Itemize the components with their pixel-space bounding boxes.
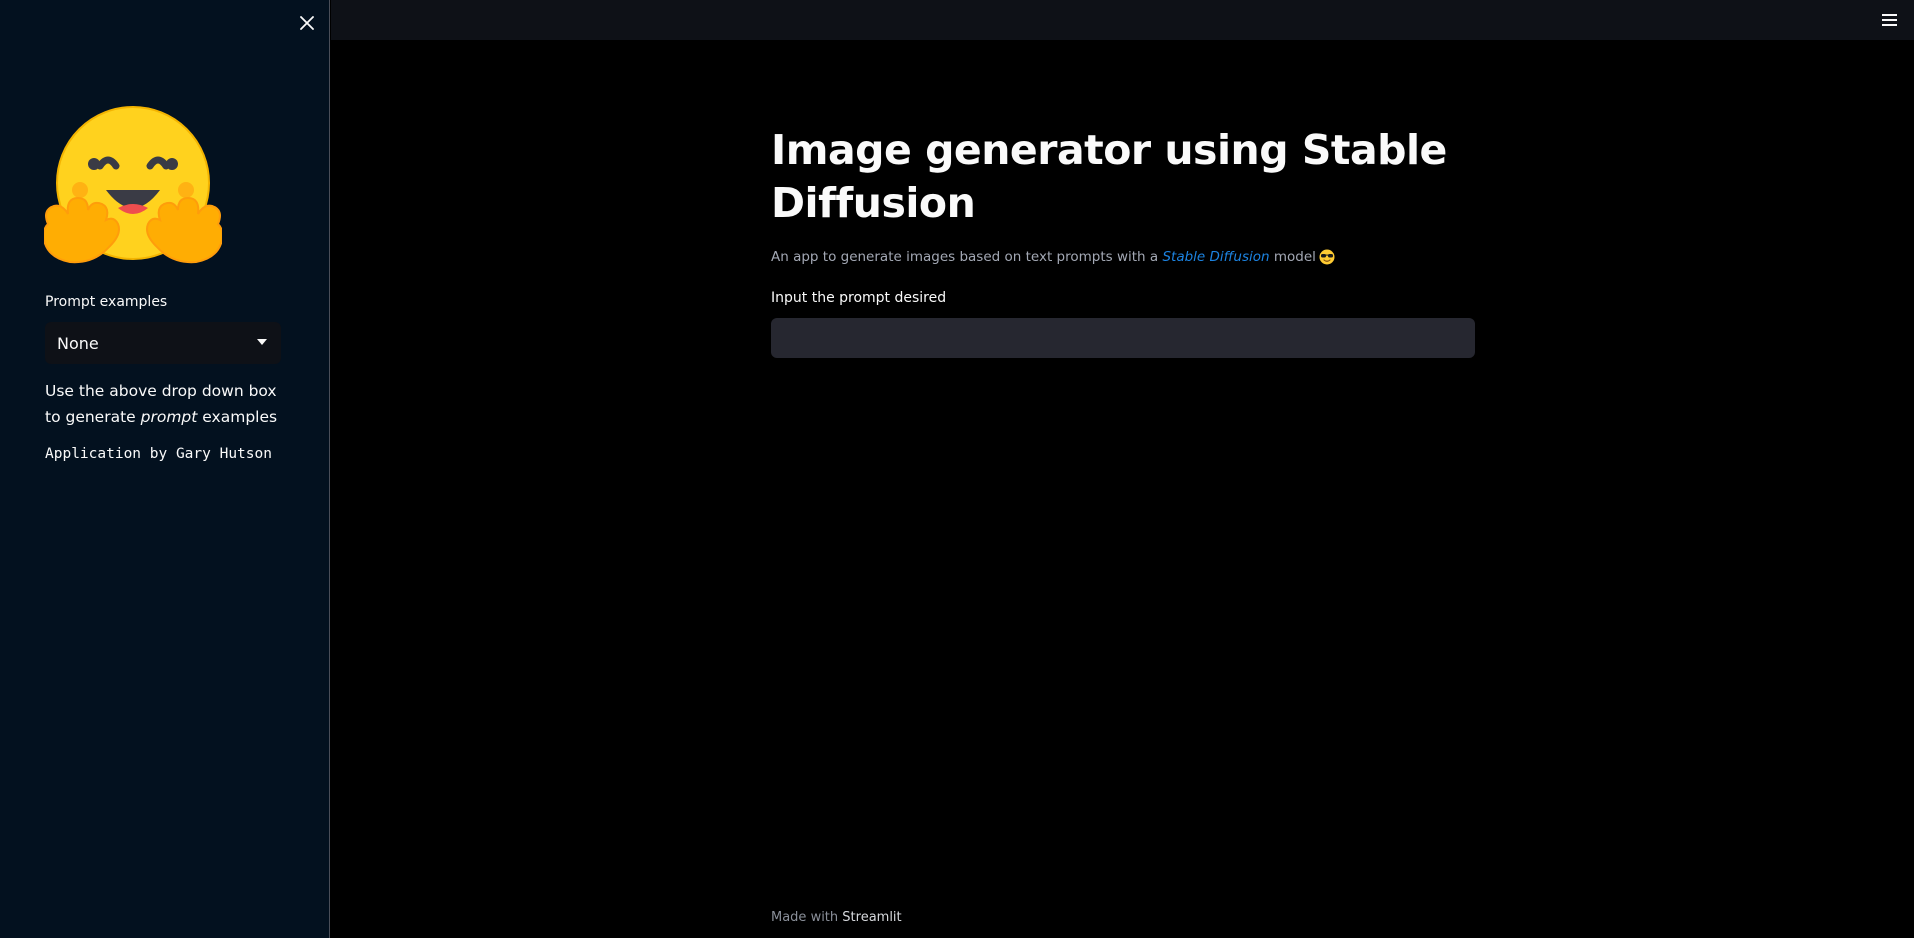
top-header: [331, 0, 1914, 40]
footer-text: Made with: [771, 910, 843, 925]
help-text: Use the above drop down box to generate …: [45, 378, 295, 430]
page-subtitle: An app to generate images based on text …: [771, 249, 1335, 265]
streamlit-link[interactable]: Streamlit: [842, 910, 901, 925]
page-title: Image generator using Stable Diffusion: [771, 126, 1447, 227]
stable-diffusion-link[interactable]: Stable Diffusion: [1162, 249, 1269, 265]
credit-text: Application by Gary Hutson: [45, 446, 272, 462]
hamburger-menu-icon: [1881, 19, 1897, 21]
help-text-emphasis: prompt: [140, 408, 198, 426]
sunglasses-emoji-icon: [1319, 249, 1335, 265]
close-icon: [300, 16, 314, 30]
help-text-part: examples: [197, 408, 278, 426]
hamburger-menu-icon: [1881, 24, 1897, 26]
prompt-examples-select[interactable]: None: [45, 322, 281, 364]
close-sidebar-button[interactable]: [294, 10, 320, 36]
select-value: None: [57, 333, 99, 353]
caret-down-icon: [257, 339, 267, 345]
prompt-input-label: Input the prompt desired: [771, 290, 947, 306]
hamburger-menu-icon: [1881, 14, 1897, 16]
prompt-input[interactable]: [771, 318, 1475, 358]
main-menu-button[interactable]: [1878, 10, 1900, 30]
prompt-examples-label: Prompt examples: [45, 294, 168, 310]
sidebar: Prompt examples None Use the above drop …: [0, 0, 330, 938]
footer: Made with Streamlit: [771, 910, 902, 925]
hugging-face-logo-icon: [44, 106, 222, 264]
subtitle-text: An app to generate images based on text …: [771, 249, 1163, 265]
subtitle-text: model: [1269, 249, 1316, 265]
